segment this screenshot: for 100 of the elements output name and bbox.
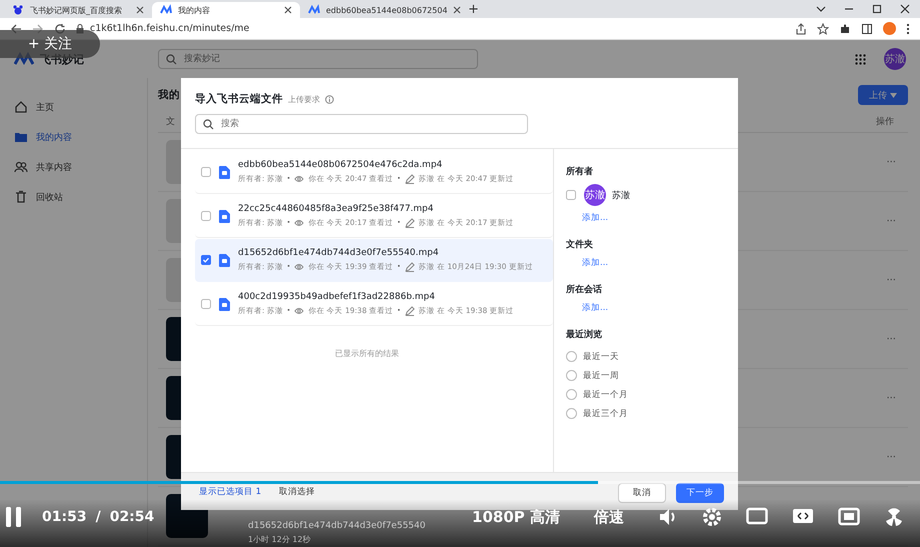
new-tab-button[interactable]: + <box>460 2 487 18</box>
more-button[interactable]: ··· <box>886 274 908 286</box>
more-button[interactable]: ··· <box>886 156 908 168</box>
separator-dot: · <box>397 174 401 184</box>
chevron-down-icon[interactable] <box>816 5 826 13</box>
checkbox[interactable] <box>566 190 576 200</box>
separator-dot: · <box>286 262 290 272</box>
browser-tab[interactable]: edbb60bea5144e08b0672504 <box>300 2 460 18</box>
sidebar-item[interactable]: 共享内容 <box>0 152 147 182</box>
info-icon[interactable] <box>325 94 334 104</box>
close-icon[interactable] <box>284 6 292 14</box>
trash-icon <box>14 190 28 204</box>
radio-button[interactable] <box>566 408 577 419</box>
pencil-icon <box>404 174 415 184</box>
apps-grid-icon[interactable] <box>855 54 866 64</box>
speed-button[interactable]: 倍速 <box>594 508 624 526</box>
close-icon[interactable] <box>900 4 910 14</box>
radio-button[interactable] <box>566 389 577 400</box>
radio-label: 最近一天 <box>583 350 619 362</box>
column-header: 文 <box>166 116 175 128</box>
upload-requirements-link[interactable]: 上传要求 <box>288 94 320 104</box>
search-field[interactable]: 搜索 <box>195 114 528 134</box>
eye-icon <box>294 175 304 183</box>
separator-dot: · <box>397 218 401 228</box>
sidebar-icon[interactable] <box>861 22 873 34</box>
search-field[interactable]: 搜索妙记 <box>158 49 478 69</box>
checkbox[interactable] <box>201 255 211 265</box>
separator-dot: · <box>397 262 401 272</box>
share-icon[interactable] <box>795 22 807 34</box>
user-avatar[interactable]: 苏澈 <box>884 48 906 70</box>
fullscreen-icon[interactable] <box>838 507 860 527</box>
eye-icon <box>294 263 304 271</box>
sidebar-item[interactable]: 主页 <box>0 92 147 122</box>
pencil-icon <box>404 306 415 316</box>
pencil-icon <box>404 218 415 228</box>
next-button[interactable]: 下一步 <box>676 483 724 503</box>
more-button[interactable]: ··· <box>886 216 908 226</box>
eye-icon <box>294 307 304 315</box>
add-link[interactable]: 添加... <box>582 257 726 269</box>
column-header: 操作 <box>876 116 894 128</box>
mini-player-icon[interactable] <box>746 507 768 527</box>
caret-icon <box>890 92 897 98</box>
folder-icon <box>14 130 28 144</box>
end-of-results-text: 已显示所有的结果 <box>334 348 400 359</box>
pencil-icon <box>404 262 415 272</box>
video-file-icon <box>219 254 230 266</box>
tab-title: edbb60bea5144e08b0672504 <box>326 6 448 14</box>
quality-button[interactable]: 1080P 高清 <box>472 508 560 526</box>
separator-dot: · <box>286 174 290 184</box>
separator-dot: · <box>286 218 290 228</box>
cancel-button[interactable]: 取消 <box>618 483 666 503</box>
add-link[interactable]: 添加... <box>582 212 726 224</box>
follow-button[interactable]: + 关注 <box>0 30 100 58</box>
sidebar-item[interactable]: 回收站 <box>0 182 147 212</box>
close-icon[interactable] <box>136 6 144 14</box>
user-avatar: 苏澈 <box>584 184 606 206</box>
file-name: 22cc25c44860485f8a3ea9f25e38f477.mp4 <box>238 204 434 214</box>
file-name: d15652d6bf1e474db744d3e0f7e55540.mp4 <box>238 248 440 258</box>
maximize-icon[interactable] <box>872 4 882 14</box>
people-icon <box>14 160 28 174</box>
checkbox[interactable] <box>201 167 211 177</box>
video-file-icon <box>219 298 230 310</box>
settings-icon[interactable] <box>702 507 722 527</box>
radio-label: 最近一个月 <box>583 388 628 400</box>
more-button[interactable]: ··· <box>886 452 908 462</box>
checkbox[interactable] <box>201 299 211 309</box>
total-time: 02:54 <box>110 509 154 525</box>
more-button[interactable]: ··· <box>886 392 908 404</box>
menu-icon[interactable] <box>906 22 910 34</box>
radio-button[interactable] <box>566 370 577 381</box>
pause-icon[interactable] <box>6 507 22 527</box>
filter-title: 文件夹 <box>566 238 594 251</box>
radiation-icon[interactable] <box>884 507 904 527</box>
profile-avatar-icon[interactable] <box>883 22 896 35</box>
progress-bar[interactable] <box>0 481 920 484</box>
sidebar-item[interactable]: 我的内容 <box>0 122 147 152</box>
checkbox[interactable] <box>201 211 211 221</box>
tab-title: 飞书妙记网页版_百度搜索 <box>30 4 123 16</box>
radio-label: 最近三个月 <box>583 408 628 420</box>
separator-dot: · <box>397 306 401 316</box>
show-selected-link[interactable]: 显示已选项目 1 <box>199 486 262 498</box>
clear-selection-link[interactable]: 取消选择 <box>279 486 316 498</box>
browser-tab[interactable]: 飞书妙记网页版_百度搜索 <box>4 2 152 18</box>
eye-icon <box>294 219 304 227</box>
separator-dot: · <box>286 306 290 316</box>
radio-button[interactable] <box>566 351 577 362</box>
file-name[interactable]: d15652d6bf1e474db744d3e0f7e55540 <box>248 521 426 531</box>
browser-tab[interactable]: 我的内容 <box>152 2 300 18</box>
filter-title: 所在会话 <box>566 283 603 296</box>
page-title: 我的 <box>158 88 180 102</box>
filter-title: 所有者 <box>566 165 594 178</box>
owner-name: 苏澈 <box>612 190 630 202</box>
add-link[interactable]: 添加... <box>582 302 726 314</box>
close-icon[interactable] <box>453 6 462 14</box>
more-button[interactable]: ··· <box>886 334 908 344</box>
wave-logo-icon <box>160 4 172 16</box>
tab-title: 我的内容 <box>178 4 211 16</box>
wave-logo-icon <box>308 4 320 16</box>
upload-button[interactable]: 上传 <box>858 85 908 105</box>
star-icon[interactable] <box>817 22 829 34</box>
